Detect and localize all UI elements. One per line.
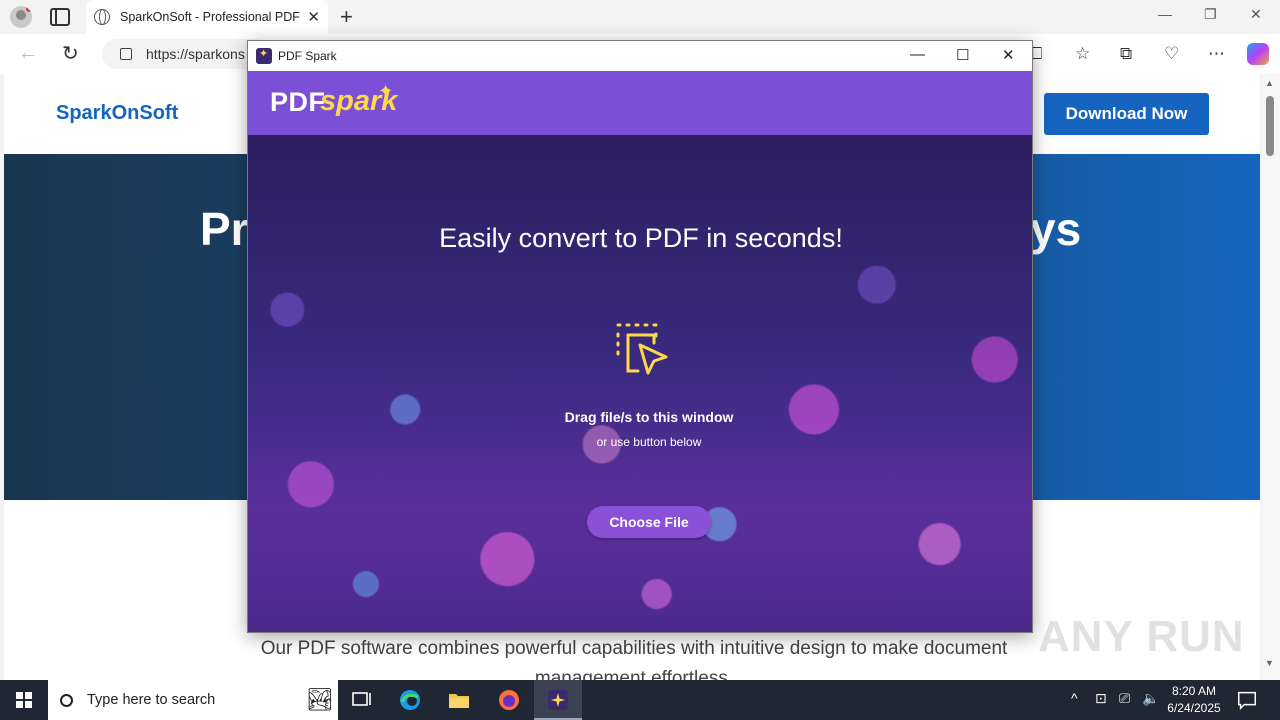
show-hidden-icons-chevron-icon[interactable]: ^ [1071, 690, 1078, 706]
anyrun-watermark: ANY RUN [1038, 612, 1245, 661]
back-arrow-icon[interactable]: ← [18, 42, 38, 65]
globe-icon [94, 9, 110, 25]
app-maximize-button[interactable]: ☐ [956, 46, 969, 64]
browser-restore-button[interactable]: ❐ [1204, 6, 1217, 23]
hero-title-fragment-right: ys [1030, 203, 1082, 255]
reading-view-icon[interactable]: ⎕ [1032, 44, 1042, 64]
app-headline: Easily convert to PDF in seconds! [439, 223, 843, 253]
clock-date: 6/24/2025 [1167, 701, 1221, 715]
device-icon[interactable]: ⊡ [1095, 690, 1107, 707]
drag-drop-cursor-icon [616, 323, 668, 375]
network-icon[interactable]: ⎚ [1119, 690, 1130, 707]
firefox-icon[interactable] [497, 688, 521, 712]
drag-instruction: Drag file/s to this window [564, 409, 734, 425]
profile-avatar[interactable] [10, 6, 32, 28]
search-highlight-icon: 🏞 [306, 687, 334, 712]
clock-time: 8:20 AM [1171, 684, 1217, 698]
file-explorer-icon[interactable] [447, 688, 471, 712]
brand-pdf-text: PDF [270, 87, 326, 117]
tab-actions-icon[interactable] [50, 8, 70, 26]
hero-title-fragment-left: Pr [200, 203, 249, 255]
drag-subtext: or use button below [596, 435, 702, 449]
page-scrollbar[interactable]: ▲ ▼ [1262, 74, 1280, 680]
edge-browser-icon[interactable] [398, 688, 422, 712]
pdf-spark-app-icon [256, 47, 272, 64]
tab-close-icon[interactable]: ✕ [307, 8, 320, 26]
drop-zone[interactable]: Easily convert to PDF in seconds! Drag f… [248, 135, 1032, 632]
lock-icon [120, 48, 132, 60]
app-minimize-button[interactable]: — [910, 46, 925, 63]
pdf-spark-taskbar-button[interactable] [534, 680, 582, 720]
tab-title: SparkOnSoft - Professional PDF S [120, 10, 300, 24]
app-titlebar[interactable]: PDF Spark — ☐ ✕ [248, 41, 1032, 71]
browser-minimize-button[interactable]: — [1158, 6, 1172, 22]
browser-tab[interactable]: SparkOnSoft - Professional PDF S ✕ [86, 0, 328, 34]
taskbar-clock[interactable]: 8:20 AM 6/24/2025 [1164, 683, 1224, 717]
reload-icon[interactable]: ↻ [62, 41, 79, 66]
taskbar-search-placeholder: Type here to search [87, 692, 216, 708]
url-text: https://sparkons [146, 46, 245, 62]
pdf-spark-window: PDF Spark — ☐ ✕ PDF spark ✦ Easily conve… [247, 40, 1033, 633]
app-window-title: PDF Spark [278, 49, 337, 63]
scroll-up-icon[interactable]: ▲ [1265, 78, 1274, 88]
choose-file-button[interactable]: Choose File [587, 506, 711, 538]
collections-icon[interactable]: ⧉ [1120, 44, 1132, 64]
scroll-thumb[interactable] [1266, 96, 1274, 156]
more-options-icon[interactable]: ⋯ [1208, 44, 1225, 64]
app-brand-header: PDF spark ✦ [248, 71, 1032, 135]
app-close-button[interactable]: ✕ [1002, 46, 1015, 64]
new-tab-button[interactable]: + [340, 4, 353, 30]
browser-tab-bar: SparkOnSoft - Professional PDF S ✕ + — ❐… [0, 0, 1280, 34]
site-logo[interactable]: SparkOnSoft [56, 102, 178, 125]
copilot-icon[interactable] [1247, 43, 1269, 65]
scroll-down-icon[interactable]: ▼ [1265, 658, 1274, 668]
browser-close-button[interactable]: ✕ [1250, 6, 1262, 23]
favorites-star-icon[interactable]: ☆ [1075, 44, 1090, 64]
windows-taskbar: Type here to search 🏞 ^ ⊡ ⎚ 🔈 8:20 AM 6/… [0, 680, 1280, 720]
pdf-spark-taskbar-icon [548, 690, 568, 710]
notifications-icon[interactable] [1236, 689, 1258, 711]
download-now-button[interactable]: Download Now [1044, 93, 1209, 135]
site-description: Our PDF software combines powerful capab… [260, 638, 1008, 680]
search-icon [60, 693, 73, 707]
windows-start-icon[interactable] [16, 692, 32, 708]
sparkle-icon: ✦ [378, 81, 394, 101]
volume-icon[interactable]: 🔈 [1142, 690, 1159, 707]
task-view-icon[interactable] [350, 688, 374, 712]
browser-essentials-icon[interactable]: ♡ [1164, 44, 1179, 64]
taskbar-search-box[interactable]: Type here to search 🏞 [48, 680, 338, 720]
